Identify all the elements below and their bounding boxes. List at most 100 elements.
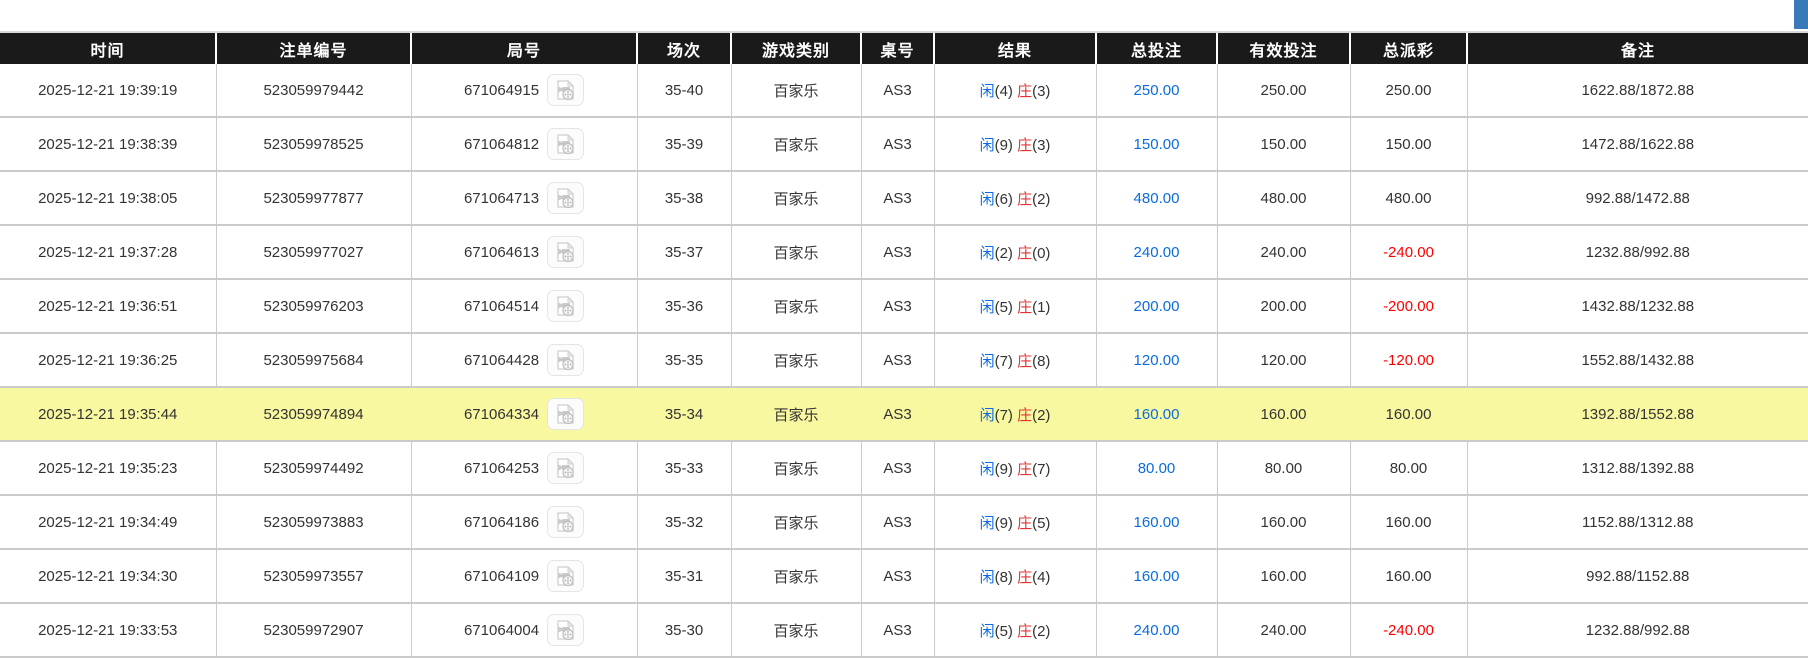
result-player-label: 闲 (979, 136, 995, 154)
video-replay-button[interactable] (547, 182, 585, 214)
cell-table_no: AS3 (861, 64, 935, 118)
bet-records-table-container: 时间 注单编号 局号 场次 游戏类别 桌号 结果 总投注 有效投注 总派彩 备注 2025-12-2… (0, 31, 1808, 658)
cell-time: 2025-12-21 19:36:51 (0, 279, 217, 334)
cell-table_no: AS3 (861, 279, 935, 334)
cell-valid_bet: 240.00 (1217, 225, 1351, 280)
cell-session: 35-30 (637, 603, 732, 658)
result-banker-score: (1) (1032, 298, 1051, 316)
cell-game_type: 百家乐 (731, 333, 862, 388)
cell-result: 闲(9) 庄(5) (934, 495, 1097, 550)
result-player-label: 闲 (979, 352, 995, 370)
bet-history-page: 时间 注单编号 局号 场次 游戏类别 桌号 结果 总投注 有效投注 总派彩 备注 2025-12-2… (0, 0, 1808, 659)
table-row[interactable]: 2025-12-21 19:37:28 523059977027 671064613… (0, 225, 1808, 280)
round-id-value: 671064334 (463, 405, 540, 423)
table-row-highlighted[interactable]: 2025-12-21 19:35:44 523059974894 671064334… (0, 387, 1808, 442)
cell-game_type: 百家乐 (731, 279, 862, 334)
result-banker-label: 庄 (1017, 190, 1033, 208)
cell-time: 2025-12-21 19:35:44 (0, 387, 217, 442)
round-id-with-video: 671064713 (412, 182, 637, 214)
cell-session: 35-40 (637, 64, 732, 118)
result-banker-score: (3) (1032, 82, 1051, 100)
cell-bet_id: 523059977027 (216, 225, 412, 280)
cell-game_type: 百家乐 (731, 603, 862, 658)
result-player-score: (9) (994, 514, 1018, 532)
video-replay-button[interactable] (547, 128, 585, 160)
video-replay-button[interactable] (547, 614, 585, 646)
result-banker-label: 庄 (1017, 622, 1033, 640)
cell-bet_id: 523059972907 (216, 603, 412, 658)
round-id-value: 671064915 (463, 81, 540, 99)
cell-remark: 992.88/1152.88 (1467, 549, 1808, 604)
cell-round_id: 671064186 (411, 495, 638, 550)
video-replay-button[interactable] (547, 236, 585, 268)
table-row[interactable]: 2025-12-21 19:36:51 523059976203 671064514… (0, 279, 1808, 334)
round-id-with-video: 671064514 (412, 290, 637, 322)
table-row[interactable]: 2025-12-21 19:35:23 523059974492 671064253… (0, 441, 1808, 496)
bet-records-table: 时间 注单编号 局号 场次 游戏类别 桌号 结果 总投注 有效投注 总派彩 备注 2025-12-2… (0, 33, 1808, 658)
video-replay-button[interactable] (547, 452, 585, 484)
cell-session: 35-35 (637, 333, 732, 388)
cell-table_no: AS3 (861, 171, 935, 226)
round-id-with-video: 671064812 (412, 128, 637, 160)
result-banker-label: 庄 (1017, 244, 1033, 262)
video-replay-button[interactable] (547, 290, 585, 322)
result-banker-label: 庄 (1017, 136, 1033, 154)
column-header-total_bet: 总投注 (1096, 33, 1218, 64)
cell-valid_bet: 160.00 (1217, 387, 1351, 442)
cell-total_bet: 480.00 (1096, 171, 1218, 226)
round-id-with-video: 671064334 (412, 398, 637, 430)
cell-total_payout: -200.00 (1350, 279, 1468, 334)
cell-total_bet: 80.00 (1096, 441, 1218, 496)
result-player-score: (5) (994, 622, 1018, 640)
cell-game_type: 百家乐 (731, 549, 862, 604)
result-banker-score: (4) (1032, 568, 1051, 586)
cell-bet_id: 523059978525 (216, 117, 412, 172)
result-banker-label: 庄 (1017, 352, 1033, 370)
cell-total_bet: 200.00 (1096, 279, 1218, 334)
video-replay-button[interactable] (547, 344, 585, 376)
cell-valid_bet: 480.00 (1217, 171, 1351, 226)
table-row[interactable]: 2025-12-21 19:38:39 523059978525 671064812… (0, 117, 1808, 172)
result-banker-score: (2) (1032, 406, 1051, 424)
cell-game_type: 百家乐 (731, 225, 862, 280)
cell-game_type: 百家乐 (731, 441, 862, 496)
cell-bet_id: 523059979442 (216, 64, 412, 118)
video-replay-button[interactable] (547, 398, 585, 430)
column-header-session: 场次 (637, 33, 732, 64)
video-replay-button[interactable] (547, 506, 585, 538)
cell-table_no: AS3 (861, 603, 935, 658)
cell-total_payout: -120.00 (1350, 333, 1468, 388)
table-row[interactable]: 2025-12-21 19:34:30 523059973557 671064109… (0, 549, 1808, 604)
cell-remark: 1432.88/1232.88 (1467, 279, 1808, 334)
video-replay-icon (557, 79, 575, 101)
result-player-label: 闲 (979, 298, 995, 316)
result-player-score: (9) (994, 460, 1018, 478)
table-row[interactable]: 2025-12-21 19:39:19 523059979442 671064915… (0, 64, 1808, 118)
cell-time: 2025-12-21 19:38:05 (0, 171, 217, 226)
cell-round_id: 671064334 (411, 387, 638, 442)
top-right-blue-button-fragment[interactable] (1794, 0, 1808, 29)
table-row[interactable]: 2025-12-21 19:38:05 523059977877 671064713… (0, 171, 1808, 226)
video-replay-button[interactable] (547, 560, 585, 592)
video-replay-icon (557, 565, 575, 587)
cell-round_id: 671064428 (411, 333, 638, 388)
cell-total_bet: 240.00 (1096, 603, 1218, 658)
video-replay-icon (557, 349, 575, 371)
cell-bet_id: 523059976203 (216, 279, 412, 334)
video-replay-button[interactable] (547, 74, 585, 106)
cell-valid_bet: 160.00 (1217, 495, 1351, 550)
table-row[interactable]: 2025-12-21 19:34:49 523059973883 671064186… (0, 495, 1808, 550)
cell-result: 闲(5) 庄(1) (934, 279, 1097, 334)
cell-round_id: 671064613 (411, 225, 638, 280)
cell-session: 35-36 (637, 279, 732, 334)
cell-total_payout: 150.00 (1350, 117, 1468, 172)
result-banker-score: (2) (1032, 622, 1051, 640)
table-row[interactable]: 2025-12-21 19:36:25 523059975684 671064428… (0, 333, 1808, 388)
result-player-score: (7) (994, 352, 1018, 370)
cell-round_id: 671064713 (411, 171, 638, 226)
result-banker-score: (0) (1032, 244, 1051, 262)
cell-result: 闲(9) 庄(7) (934, 441, 1097, 496)
cell-total_bet: 250.00 (1096, 64, 1218, 118)
table-row[interactable]: 2025-12-21 19:33:53 523059972907 671064004… (0, 603, 1808, 658)
video-replay-icon (557, 295, 575, 317)
